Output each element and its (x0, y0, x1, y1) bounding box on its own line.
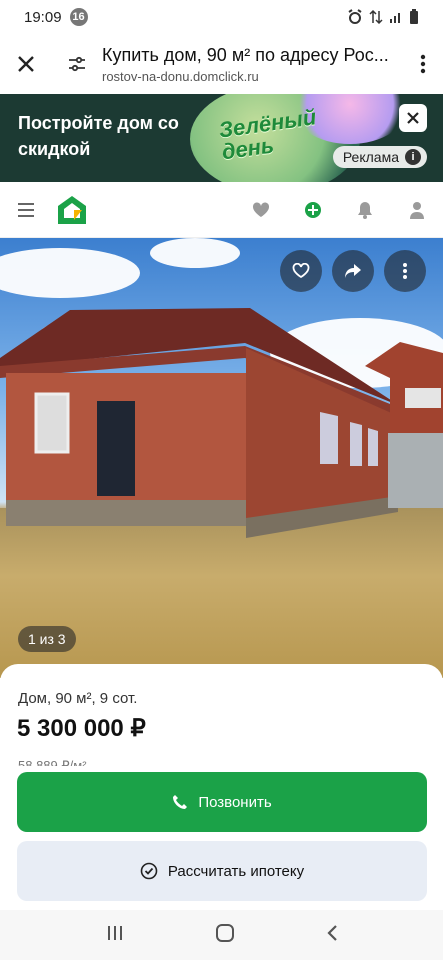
listing-price: 5 300 000 ₽ (17, 715, 146, 742)
favorite-photo-button[interactable] (280, 250, 322, 292)
recent-apps-icon (107, 925, 122, 940)
close-icon (18, 56, 34, 72)
share-icon (345, 264, 361, 278)
bell-icon (358, 201, 372, 219)
system-navigation-bar (0, 910, 443, 960)
domclick-logo-icon (58, 195, 86, 224)
hamburger-icon (18, 202, 34, 217)
site-actions (235, 182, 443, 238)
status-icons (347, 9, 419, 25)
status-time: 19:09 (24, 8, 62, 26)
share-button[interactable] (332, 250, 374, 292)
price-per-meter: 58 889 ₽/м² (18, 758, 87, 766)
call-button[interactable]: Позвонить (17, 772, 427, 832)
status-bar: 19:09 16 (0, 0, 443, 34)
signal-icon (390, 13, 400, 23)
page-title: Купить дом, 90 м² по адресу Рос... (102, 44, 389, 65)
info-icon: i (405, 149, 421, 165)
menu-button[interactable] (0, 202, 52, 217)
call-button-label: Позвонить (198, 793, 272, 811)
battery-icon (410, 9, 418, 24)
browser-menu-button[interactable] (403, 34, 443, 94)
close-icon (407, 112, 419, 124)
house-image (0, 308, 443, 538)
check-circle-icon (140, 862, 158, 880)
home-icon (215, 923, 234, 942)
photo-counter: 1 из 3 (18, 626, 76, 652)
browser-toolbar: Купить дом, 90 м² по адресу Рос... rosto… (0, 34, 443, 94)
listing-photo[interactable]: 1 из 3 (0, 238, 443, 678)
favorites-button[interactable] (235, 182, 287, 238)
alarm-icon (348, 9, 362, 24)
ad-label-text: Реклама (342, 149, 399, 165)
back-button[interactable] (326, 924, 338, 947)
page-url: rostov-na-donu.domclick.ru (102, 68, 259, 84)
photo-more-button[interactable] (384, 250, 426, 292)
profile-button[interactable] (391, 182, 443, 238)
tune-icon (69, 56, 85, 72)
page-title-area[interactable]: Купить дом, 90 м² по адресу Рос... rosto… (102, 45, 403, 84)
heart-outline-icon (292, 263, 310, 279)
recent-apps-button[interactable] (106, 924, 124, 947)
network-icon (369, 9, 383, 25)
home-button[interactable] (215, 923, 235, 948)
ad-headline: Постройте дом со скидкой (18, 113, 179, 159)
more-vertical-icon (420, 54, 426, 74)
more-vertical-icon (403, 263, 407, 279)
phone-icon (173, 795, 188, 809)
site-header (0, 182, 443, 238)
listing-card: Дом, 90 м², 9 сот. 5 300 000 ₽ 58 889 ₽/… (0, 664, 443, 910)
close-tab-button[interactable] (0, 34, 52, 94)
mortgage-button-label: Рассчитать ипотеку (167, 862, 305, 880)
site-logo[interactable] (52, 194, 92, 226)
plus-circle-icon (305, 201, 321, 218)
notification-badge: 16 (69, 8, 88, 26)
add-listing-button[interactable] (287, 182, 339, 238)
ad-banner[interactable]: Постройте дом со скидкой Зелёный день Ре… (0, 94, 443, 182)
site-settings-button[interactable] (52, 34, 102, 94)
notifications-button[interactable] (339, 182, 391, 238)
user-icon (410, 201, 424, 219)
ad-close-button[interactable] (399, 104, 427, 132)
ad-label[interactable]: Реклама i (332, 146, 427, 168)
heart-icon (252, 201, 270, 217)
listing-subtitle: Дом, 90 м², 9 сот. (18, 690, 138, 707)
back-icon (326, 924, 337, 941)
mortgage-calc-button[interactable]: Рассчитать ипотеку (17, 841, 427, 901)
